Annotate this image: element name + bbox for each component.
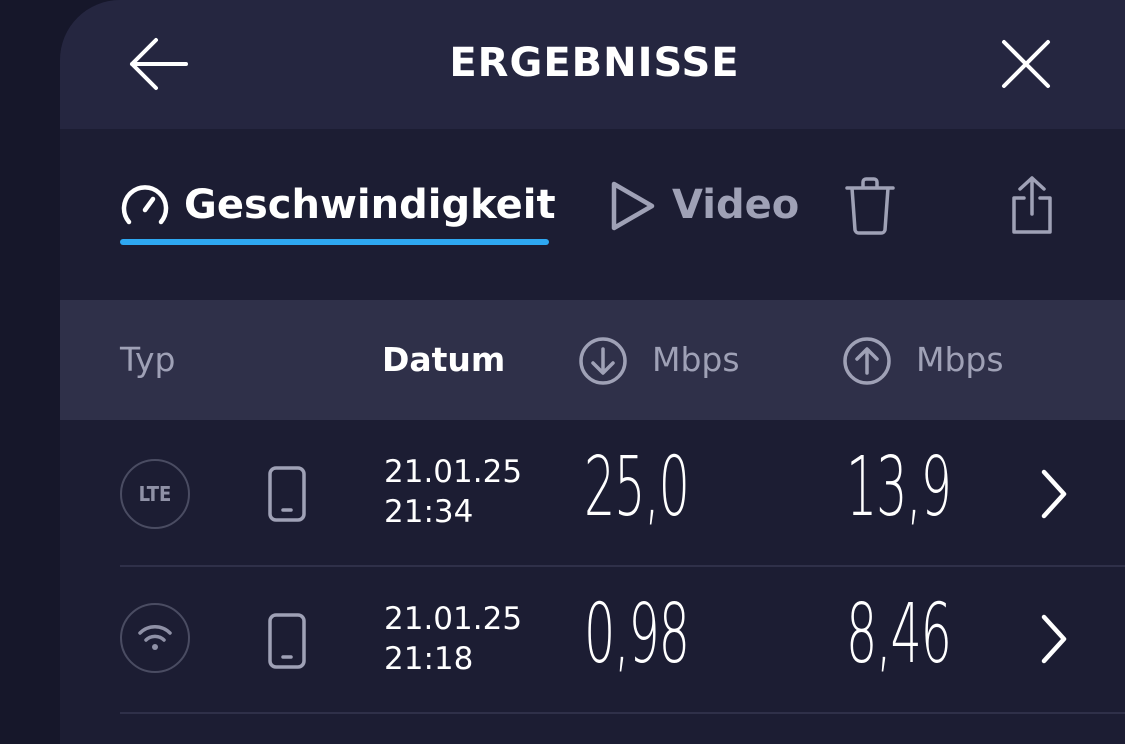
share-icon bbox=[1012, 176, 1052, 234]
row-time: 21:34 bbox=[384, 494, 474, 530]
wifi-symbol bbox=[138, 625, 172, 650]
wifi-icon bbox=[120, 603, 190, 673]
smartphone-icon bbox=[268, 466, 306, 522]
row-divider bbox=[120, 712, 1125, 714]
tab-video-label: Video bbox=[672, 182, 800, 228]
lte-icon: LTE bbox=[120, 459, 190, 529]
column-typ[interactable]: Typ bbox=[120, 340, 176, 379]
column-datum[interactable]: Datum bbox=[382, 340, 505, 379]
upload-value: 13,9 bbox=[846, 440, 952, 535]
result-row[interactable]: 21.01.25 21:18 0,98 8,46 bbox=[60, 567, 1125, 714]
results-panel: ERGEBNISSE Geschwindigkeit Video Typ Dat… bbox=[60, 0, 1125, 744]
row-date: 21.01.25 bbox=[384, 601, 523, 637]
chevron-right-icon bbox=[1041, 469, 1067, 519]
upload-value: 8,46 bbox=[846, 587, 952, 682]
download-arrow-icon bbox=[579, 337, 627, 385]
page-title: ERGEBNISSE bbox=[449, 40, 740, 86]
delete-button[interactable] bbox=[844, 176, 896, 236]
upload-arrow-icon bbox=[843, 337, 891, 385]
close-icon bbox=[1002, 40, 1050, 88]
column-header: Typ Datum Mbps Mbps bbox=[60, 300, 1125, 420]
upload-unit: Mbps bbox=[916, 340, 1004, 379]
download-value: 0,98 bbox=[584, 587, 690, 682]
share-button[interactable] bbox=[1008, 174, 1056, 236]
download-unit: Mbps bbox=[652, 340, 740, 379]
chevron-right-icon bbox=[1041, 614, 1067, 664]
trash-icon bbox=[845, 177, 895, 235]
download-value: 25,0 bbox=[584, 440, 690, 535]
row-time: 21:18 bbox=[384, 641, 474, 677]
close-button[interactable] bbox=[998, 36, 1054, 92]
play-icon bbox=[611, 181, 655, 231]
smartphone-icon bbox=[268, 613, 306, 669]
header-bar: ERGEBNISSE bbox=[60, 0, 1125, 129]
active-tab-indicator bbox=[120, 239, 549, 245]
result-row[interactable]: LTE 21.01.25 21:34 25,0 13,9 bbox=[60, 420, 1125, 567]
tab-speed-label: Geschwindigkeit bbox=[184, 182, 556, 228]
connection-type-label: LTE bbox=[138, 482, 172, 506]
speedometer-icon bbox=[121, 185, 169, 225]
row-date: 21.01.25 bbox=[384, 454, 523, 490]
